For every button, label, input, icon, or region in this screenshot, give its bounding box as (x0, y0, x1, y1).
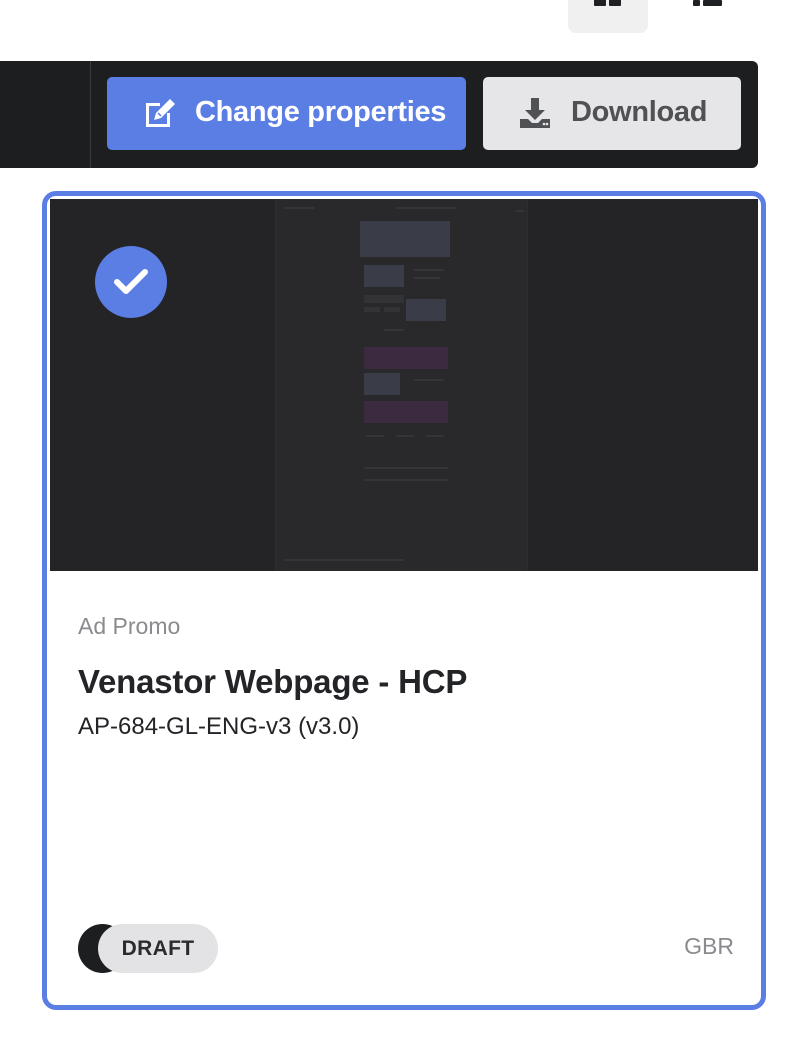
status-badge: DRAFT (98, 924, 218, 973)
edit-icon (146, 99, 175, 127)
grid-view-icon-part (609, 0, 621, 6)
document-card[interactable]: Ad Promo Venastor Webpage - HCP AP-684-G… (42, 191, 766, 1010)
download-button[interactable]: Download (483, 77, 741, 150)
document-id: AP-684-GL-ENG-v3 (v3.0) (78, 713, 360, 740)
check-icon (114, 269, 148, 294)
download-label: Download (571, 96, 708, 128)
card-body: Ad Promo Venastor Webpage - HCP AP-684-G… (47, 571, 761, 1005)
list-view-icon-part (703, 0, 722, 6)
toolbar-divider (90, 61, 91, 168)
change-properties-label: Change properties (195, 96, 447, 128)
grid-view-icon (594, 0, 606, 6)
action-toolbar: Change properties Download (0, 61, 758, 168)
document-preview[interactable] (50, 199, 758, 571)
document-title[interactable]: Venastor Webpage - HCP (78, 663, 467, 701)
preview-thumbnail (275, 199, 528, 571)
view-toggle (568, 0, 778, 33)
download-icon (520, 98, 550, 128)
change-properties-button[interactable]: Change properties (107, 77, 466, 150)
status-indicator: DRAFT (78, 924, 218, 973)
selected-checkbox[interactable] (95, 246, 167, 318)
list-view-icon (693, 0, 700, 6)
region-label: GBR (684, 933, 734, 959)
list-view-button[interactable] (668, 0, 748, 33)
document-category: Ad Promo (78, 613, 181, 639)
grid-view-button[interactable] (568, 0, 648, 33)
